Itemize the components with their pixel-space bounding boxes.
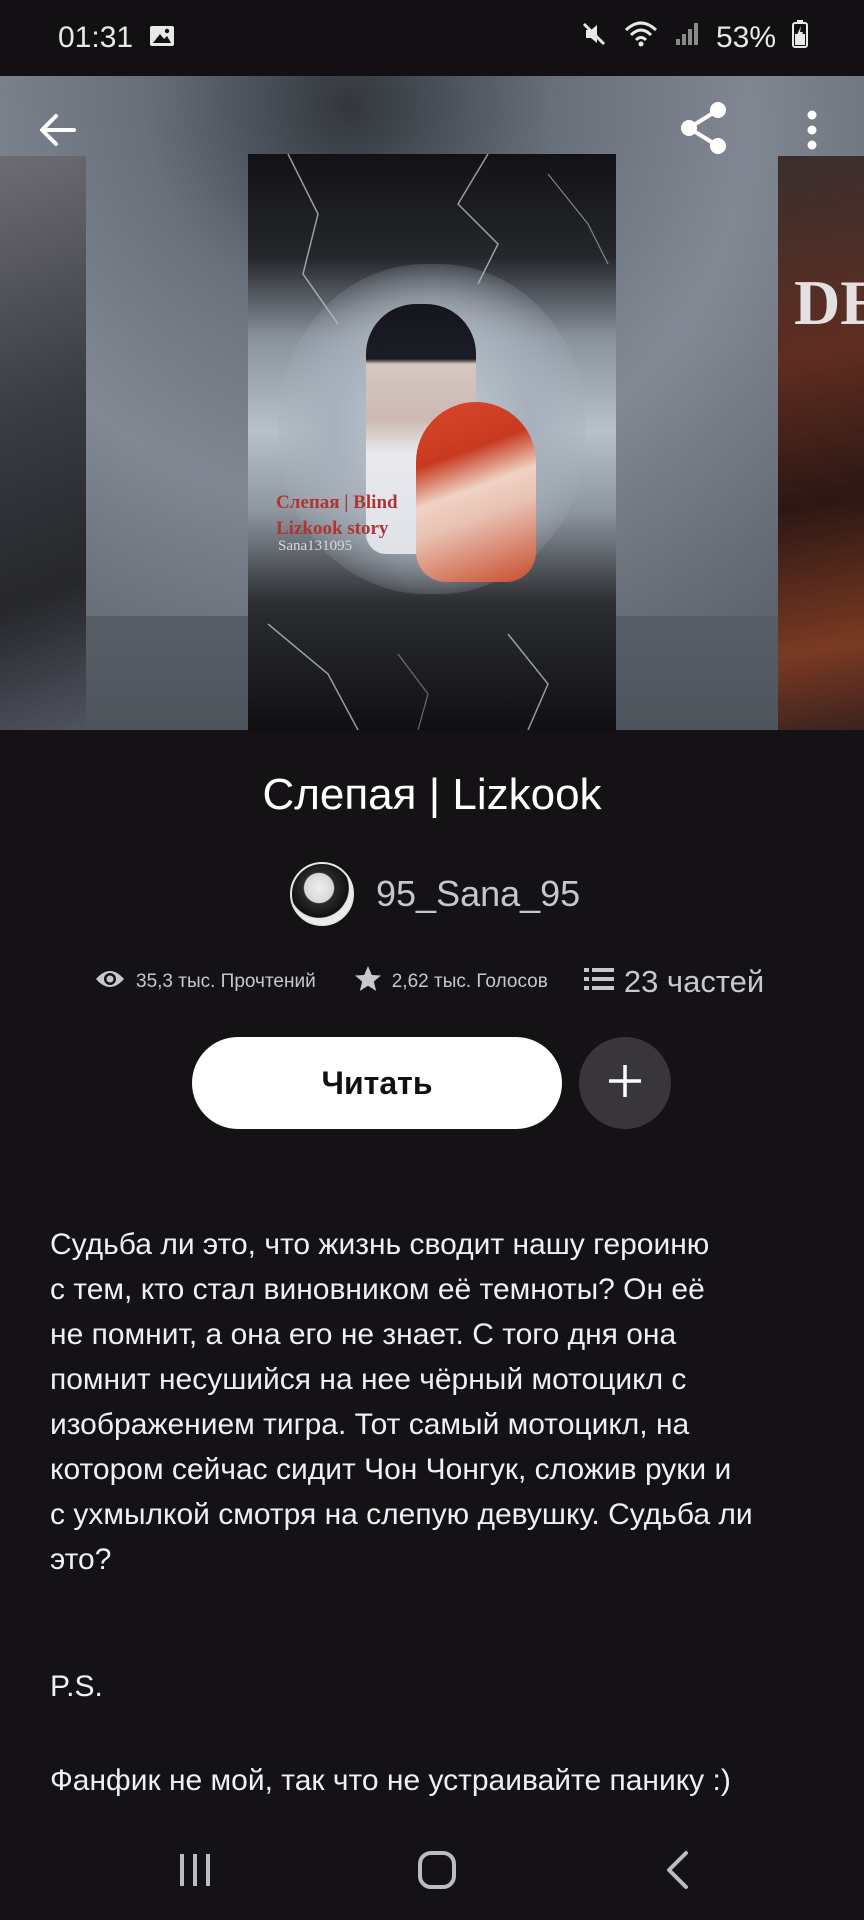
votes-count: 2,62 тыс. Голосов	[391, 971, 548, 992]
mute-icon	[580, 20, 608, 56]
recent-apps-icon	[177, 1852, 213, 1893]
reads-count: 35,3 тыс. Прочтений	[136, 971, 316, 992]
star-icon	[354, 965, 382, 999]
arrow-left-icon	[38, 112, 78, 153]
battery-icon	[792, 20, 808, 56]
wifi-icon	[624, 20, 658, 56]
system-back-button[interactable]	[632, 1840, 722, 1904]
add-to-library-button[interactable]	[579, 1037, 671, 1129]
cover-title: Слепая | Blind Lizkook story	[276, 490, 398, 542]
next-cover-title: DE	[794, 267, 864, 338]
status-time: 01:31	[58, 21, 134, 54]
cover-carousel[interactable]: DE Слепая | Blind Lizkook story Sana1310…	[0, 76, 864, 730]
more-options-button[interactable]	[780, 100, 844, 164]
share-button[interactable]	[672, 98, 736, 162]
story-stats: 35,3 тыс. Прочтений 2,62 тыс. Голосов 23…	[94, 960, 794, 1004]
story-title: Слепая | Lizkook	[262, 770, 602, 819]
recent-apps-button[interactable]	[150, 1840, 240, 1904]
description-ps: P.S.	[50, 1670, 103, 1703]
cover-title-line1: Слепая | Blind	[276, 492, 398, 513]
image-icon	[149, 21, 175, 55]
status-left: 01:31	[58, 21, 175, 55]
author-link[interactable]: 95_Sana_95	[290, 862, 580, 926]
reads-stat: 35,3 тыс. Прочтений	[94, 968, 316, 996]
system-nav-bar	[0, 1822, 864, 1920]
battery-text: 53%	[715, 21, 776, 54]
back-icon	[664, 1850, 690, 1895]
avatar	[290, 862, 354, 926]
previous-cover[interactable]	[0, 156, 86, 730]
home-icon	[417, 1850, 457, 1895]
cover-figure-female	[416, 402, 536, 582]
signal-icon	[674, 21, 700, 55]
next-cover[interactable]: DE	[778, 156, 864, 730]
share-icon	[678, 101, 730, 160]
story-cover[interactable]: Слепая | Blind Lizkook story Sana131095	[248, 154, 616, 730]
more-vertical-icon	[806, 110, 818, 155]
home-button[interactable]	[392, 1840, 482, 1904]
read-button[interactable]: Читать	[192, 1037, 562, 1129]
cover-author-mark: Sana131095	[278, 538, 353, 554]
back-button[interactable]	[26, 100, 90, 164]
votes-stat: 2,62 тыс. Голосов	[354, 965, 548, 999]
eye-icon	[94, 968, 126, 996]
status-bar: 01:31 53%	[0, 0, 864, 76]
list-icon	[583, 964, 614, 1000]
parts-count: 23 частей	[623, 964, 765, 999]
plus-icon	[606, 1062, 644, 1105]
parts-stat[interactable]: 23 частей	[583, 964, 765, 1000]
status-right: 53%	[580, 20, 808, 56]
story-description: Судьба ли это, что жизнь сводит нашу гер…	[50, 1228, 753, 1576]
author-name: 95_Sana_95	[376, 873, 581, 914]
